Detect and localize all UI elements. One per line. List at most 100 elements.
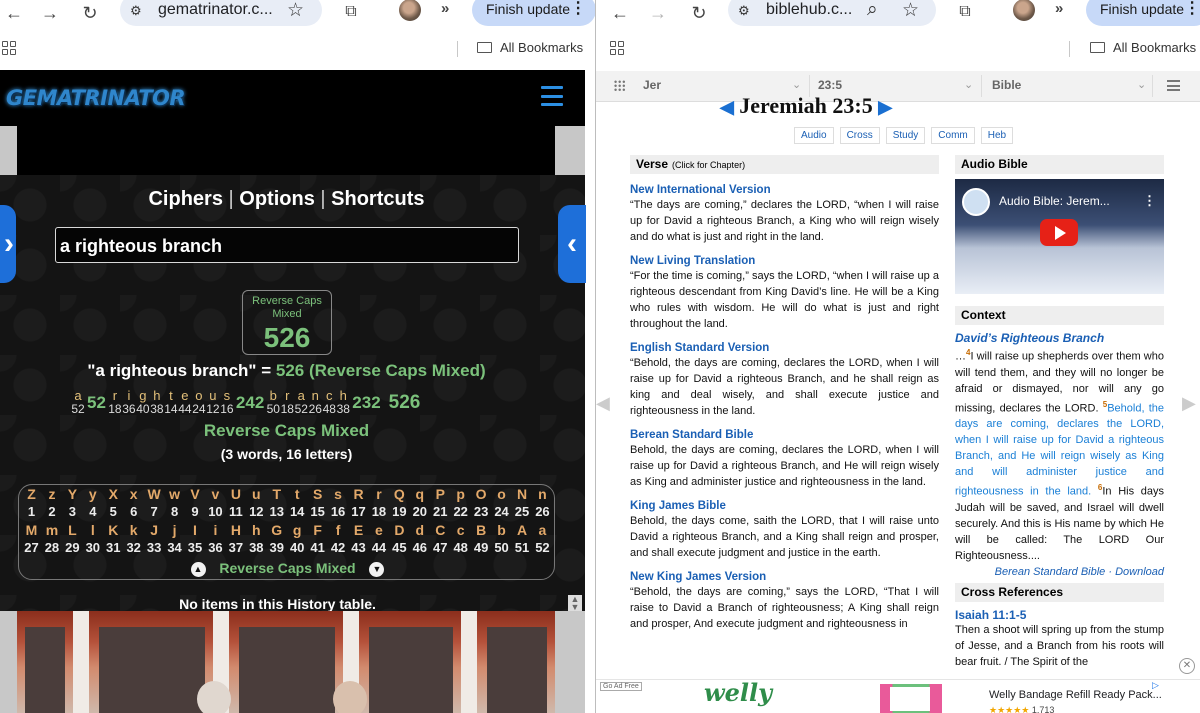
version-title[interactable]: English Standard Version — [630, 341, 939, 355]
chart-number: 37 — [228, 540, 244, 555]
photo-window — [239, 627, 335, 713]
close-ad-icon[interactable]: ✕ — [1179, 658, 1195, 674]
previous-page-icon[interactable]: ◀ — [596, 393, 610, 414]
tab-audio[interactable]: Audio — [794, 127, 834, 144]
right-browser-window: ← → ↻ ⚙ biblehub.c... ⌕ ☆ ⧉ » Finish upd… — [596, 0, 1200, 713]
chevron-down-icon[interactable]: ⌄ — [1137, 78, 1146, 91]
tab-heb[interactable]: Heb — [980, 127, 1014, 144]
next-verse-icon[interactable]: ▶ — [878, 97, 892, 117]
menu-icon[interactable] — [1167, 80, 1180, 91]
breakdown-letter: r — [112, 388, 118, 403]
zoom-icon[interactable]: ⌕ — [867, 0, 878, 21]
forward-button[interactable]: → — [38, 2, 62, 24]
video-menu-icon[interactable]: ⋮ — [1143, 193, 1156, 209]
extensions-icon[interactable]: ⧉ — [954, 1, 976, 23]
reload-button[interactable]: ↻ — [687, 2, 711, 24]
ciphers-link[interactable]: Ciphers — [148, 188, 222, 210]
forward-button[interactable]: → — [646, 2, 670, 24]
site-info-icon[interactable]: ⚙ — [738, 3, 750, 19]
version-title[interactable]: Berean Standard Bible — [630, 428, 939, 442]
tab-comm[interactable]: Comm — [931, 127, 975, 144]
bookmark-separator — [457, 41, 458, 57]
chart-letters-row-2: MmLlKkJjIiHhGgFfEeDdCcBbAa — [22, 522, 552, 538]
version-title[interactable]: New Living Translation — [630, 254, 939, 268]
bookmark-star-icon[interactable]: ☆ — [902, 0, 919, 22]
breakdown-letter: s — [223, 388, 231, 403]
finish-update-button[interactable]: Finish update ⋮ — [472, 0, 595, 26]
ad-photo[interactable] — [17, 611, 555, 713]
letter-breakdown: a 52 52 r 18 i 36 g 40 h 38 t 14 e 44 o 24 u 12 s 16 242 b 50 r 1… — [71, 389, 420, 419]
product-title[interactable]: Welly Bandage Refill Ready Pack... — [989, 689, 1162, 701]
cross-references-header: Cross References — [955, 583, 1164, 602]
version-title[interactable]: New King James Version — [630, 570, 939, 584]
extensions-icon[interactable]: ⧉ — [340, 1, 362, 23]
verse-select[interactable]: 23:5 — [818, 78, 842, 92]
chevron-down-icon[interactable]: ⌄ — [792, 78, 801, 91]
chart-letter: o — [497, 486, 506, 502]
breakdown-value: 40 — [136, 402, 150, 416]
profile-avatar[interactable] — [1013, 0, 1035, 21]
chart-letter: Q — [393, 486, 405, 502]
shortcuts-link[interactable]: Shortcuts — [331, 188, 424, 210]
all-bookmarks-button[interactable]: All Bookmarks — [1090, 40, 1196, 55]
address-bar[interactable]: ⚙ biblehub.c... ⌕ ☆ — [728, 0, 936, 26]
options-link[interactable]: Options — [239, 188, 315, 210]
version-select[interactable]: Bible — [992, 78, 1021, 92]
address-bar[interactable]: ⚙ gematrinator.c... ☆ — [120, 0, 322, 26]
back-button[interactable]: ← — [608, 2, 632, 24]
ad-info-icon[interactable]: ▷ — [1152, 680, 1159, 691]
left-panel-toggle[interactable]: › — [0, 205, 16, 283]
chevron-more-icon[interactable]: » — [1055, 0, 1063, 17]
menu-dots-icon[interactable]: ⋮ — [570, 0, 586, 24]
back-button[interactable]: ← — [2, 2, 26, 24]
chart-letter: V — [190, 486, 200, 502]
chart-number: 44 — [371, 540, 387, 555]
all-bookmarks-button[interactable]: All Bookmarks — [477, 40, 583, 55]
menu-dots-icon[interactable]: ⋮ — [1184, 0, 1200, 24]
apps-grid-icon[interactable] — [2, 41, 16, 55]
hamburger-menu-icon[interactable] — [541, 86, 563, 106]
gematrinator-logo[interactable]: GEMATRINATOR — [6, 86, 186, 110]
play-button-icon[interactable] — [1040, 219, 1078, 246]
breakdown-letter: h — [339, 388, 347, 403]
chart-number: 46 — [412, 540, 428, 555]
profile-avatar[interactable] — [399, 0, 421, 21]
context-source-link[interactable]: Berean Standard Bible · Download — [955, 564, 1164, 580]
chart-number: 6 — [130, 504, 138, 519]
chevron-down-icon[interactable]: ⌄ — [964, 78, 973, 91]
previous-verse-icon[interactable]: ◀ — [720, 97, 734, 117]
right-panel-toggle[interactable]: ‹ — [558, 205, 586, 283]
next-page-icon[interactable]: ▶ — [1182, 393, 1196, 414]
bookmark-star-icon[interactable]: ☆ — [287, 0, 304, 22]
chevron-more-icon[interactable]: » — [441, 0, 449, 17]
tab-cross[interactable]: Cross — [839, 127, 880, 144]
breakdown-cell: t 14 — [164, 389, 178, 416]
version-title[interactable]: New International Version — [630, 183, 939, 197]
phrase-input[interactable]: a righteous branch — [55, 227, 519, 263]
folder-icon — [477, 42, 492, 53]
context-title[interactable]: David’s Righteous Branch — [955, 331, 1164, 345]
photo-person — [333, 681, 367, 713]
cross-reference-link[interactable]: Isaiah 11:1-5 — [955, 608, 1164, 622]
breakdown-cells: b 50 r 18 a 52 n 26 c 48 h 38 — [266, 389, 350, 416]
chart-letter: U — [230, 486, 241, 502]
chart-letter: I — [193, 522, 197, 538]
apps-grid-icon[interactable] — [610, 41, 624, 55]
dot-grid-icon[interactable]: ••• ••• ••• — [614, 78, 626, 95]
version-text: “Behold, the days are coming, declares t… — [630, 357, 939, 417]
reload-button[interactable]: ↻ — [78, 2, 102, 24]
bottom-ad[interactable]: Go Ad Free welly Welly Bandage Refill Re… — [596, 678, 1200, 713]
tab-study[interactable]: Study — [885, 127, 926, 144]
previous-cipher-icon[interactable]: ▲ — [190, 562, 206, 577]
video-embed[interactable]: Audio Bible: Jerem... ⋮ — [955, 179, 1164, 294]
next-cipher-icon[interactable]: ▼ — [369, 562, 385, 577]
version-title[interactable]: King James Bible — [630, 499, 939, 513]
cipher-result-box[interactable]: Reverse Caps Mixed 526 — [242, 290, 332, 355]
chart-number: 20 — [412, 504, 428, 519]
site-info-icon[interactable]: ⚙ — [130, 3, 142, 19]
book-select[interactable]: Jer — [643, 78, 661, 92]
chart-number: 17 — [351, 504, 366, 519]
go-ad-free-button[interactable]: Go Ad Free — [600, 682, 642, 691]
finish-update-button[interactable]: Finish update ⋮ — [1086, 0, 1200, 26]
verse-header[interactable]: Verse (Click for Chapter) — [630, 155, 939, 174]
